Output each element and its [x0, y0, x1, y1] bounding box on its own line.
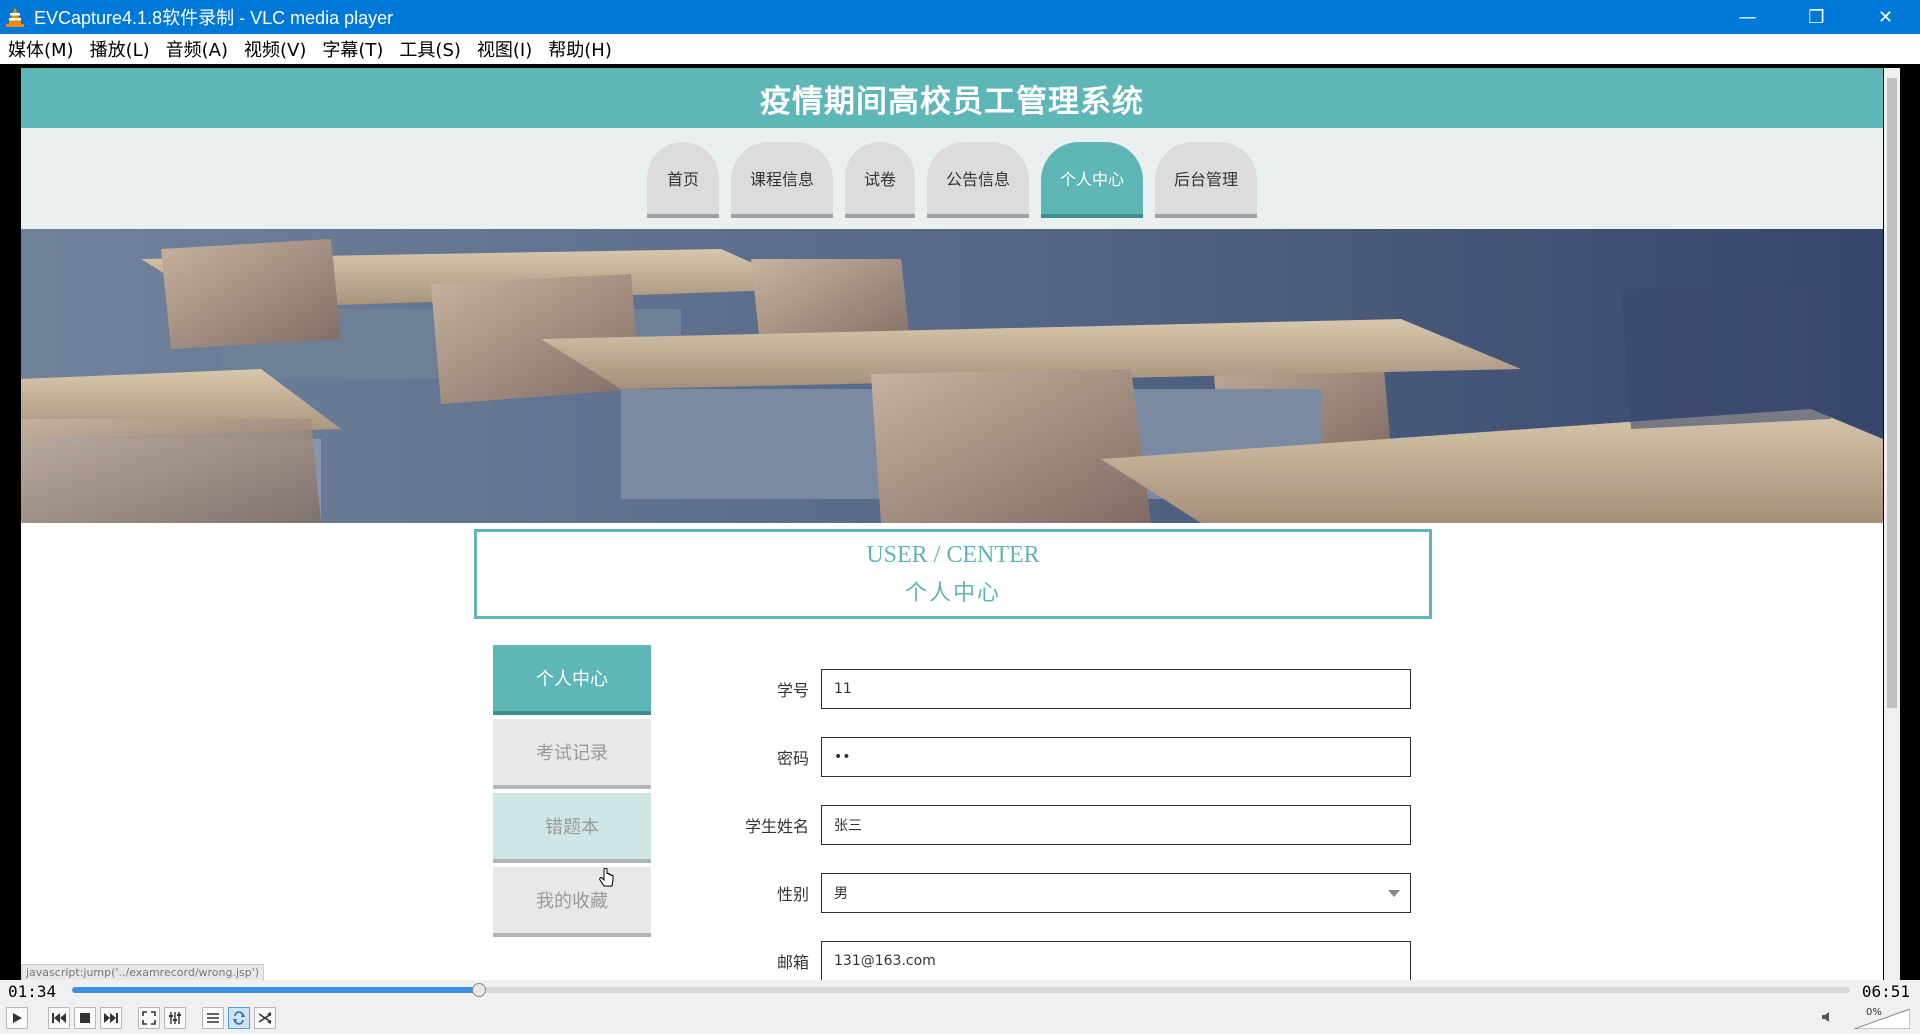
password-input[interactable]: ••: [821, 737, 1411, 777]
volume-percent: 0%: [1866, 1007, 1882, 1018]
nav-admin[interactable]: 后台管理: [1155, 142, 1257, 218]
classroom-banner-image: [21, 229, 1883, 523]
menu-view[interactable]: 视图(I): [469, 36, 540, 62]
student-name-label: 学生姓名: [744, 817, 809, 836]
extended-settings-button[interactable]: [164, 1007, 186, 1029]
nav-exams[interactable]: 试卷: [845, 142, 915, 218]
form-row-password: 密码 ••: [721, 737, 1411, 777]
speaker-icon[interactable]: [1822, 1011, 1834, 1027]
play-icon: [13, 1013, 22, 1023]
play-button[interactable]: [6, 1007, 28, 1029]
gender-value: 男: [834, 886, 848, 902]
menu-help[interactable]: 帮助(H): [540, 36, 620, 62]
email-input[interactable]: 131@163.com: [821, 941, 1411, 980]
equalizer-icon: [169, 1012, 181, 1024]
user-center-heading-box: USER / CENTER 个人中心: [474, 529, 1432, 619]
student-id-label: 学号: [776, 681, 809, 700]
vlc-cone-icon: [4, 6, 26, 28]
menu-playback[interactable]: 播放(L): [82, 36, 158, 62]
gender-select[interactable]: 男: [821, 873, 1411, 913]
menu-subtitle[interactable]: 字幕(T): [314, 36, 391, 62]
scrollbar-thumb[interactable]: [1887, 78, 1897, 708]
restore-button[interactable]: ❐: [1782, 0, 1851, 34]
playlist-icon: [207, 1013, 219, 1023]
loop-button[interactable]: [228, 1007, 250, 1029]
window-title: EVCapture4.1.8软件录制 - VLC media player: [34, 8, 394, 28]
volume-control[interactable]: 0%: [1822, 1007, 1912, 1031]
player-controls: 0%: [0, 1002, 1920, 1034]
next-icon: [104, 1013, 118, 1023]
volume-slider[interactable]: [1854, 1009, 1910, 1029]
menu-bar: 媒体(M) 播放(L) 音频(A) 视频(V) 字幕(T) 工具(S) 视图(I…: [0, 34, 1920, 64]
playlist-button[interactable]: [202, 1007, 224, 1029]
menu-media[interactable]: 媒体(M): [0, 36, 82, 62]
seek-progress-fill: [72, 987, 480, 993]
user-center-en-title: USER / CENTER: [866, 541, 1040, 568]
status-link-text: javascript:jump('../examrecord/wrong.jsp…: [21, 964, 265, 980]
email-label: 邮箱: [776, 953, 809, 972]
total-time: 06:51: [1861, 982, 1910, 1001]
shuffle-icon: [258, 1012, 272, 1024]
form-row-gender: 性别 男: [721, 873, 1411, 913]
student-name-input[interactable]: 张三: [821, 805, 1411, 845]
next-button[interactable]: [100, 1007, 122, 1029]
minimize-button[interactable]: —: [1713, 0, 1782, 34]
profile-form: 学号 11 密码 •• 学生姓名 张三 性别 男 邮箱 131@163.com: [721, 669, 1411, 980]
user-center-cn-title: 个人中心: [904, 580, 1001, 606]
previous-button[interactable]: [48, 1007, 70, 1029]
elapsed-time: 01:34: [8, 982, 57, 1001]
seek-bar: 01:34 06:51: [0, 980, 1920, 1002]
fullscreen-button[interactable]: [138, 1007, 160, 1029]
shuffle-button[interactable]: [254, 1007, 276, 1029]
stop-button[interactable]: [74, 1007, 96, 1029]
nav-user-center[interactable]: 个人中心: [1041, 142, 1143, 218]
form-row-student-id: 学号 11: [721, 669, 1411, 709]
menu-audio[interactable]: 音频(A): [158, 36, 236, 62]
sidebar-item-profile[interactable]: 个人中心: [493, 645, 651, 715]
stop-icon: [80, 1013, 90, 1023]
window-titlebar: EVCapture4.1.8软件录制 - VLC media player — …: [0, 0, 1920, 34]
main-nav: 首页 课程信息 试卷 公告信息 个人中心 后台管理: [647, 142, 1257, 218]
loop-icon: [233, 1011, 245, 1025]
menu-tools[interactable]: 工具(S): [391, 36, 468, 62]
gender-label: 性别: [776, 885, 809, 904]
form-row-name: 学生姓名 张三: [721, 805, 1411, 845]
nav-courses[interactable]: 课程信息: [731, 142, 833, 218]
sidebar-item-favorites[interactable]: 我的收藏: [493, 867, 651, 937]
site-title: 疫情期间高校员工管理系统: [760, 83, 1144, 120]
previous-icon: [52, 1013, 66, 1023]
menu-video[interactable]: 视频(V): [236, 36, 314, 62]
form-row-email: 邮箱 131@163.com: [721, 941, 1411, 980]
page-scrollbar[interactable]: [1884, 68, 1900, 980]
seek-knob[interactable]: [472, 983, 487, 997]
hand-cursor-icon: [599, 868, 614, 887]
fullscreen-icon: [142, 1011, 156, 1025]
close-button[interactable]: ✕: [1851, 0, 1920, 34]
chevron-down-icon: [1388, 890, 1400, 897]
student-id-input[interactable]: 11: [821, 669, 1411, 709]
video-area[interactable]: 疫情期间高校员工管理系统 首页 课程信息 试卷 公告信息 个人中心 后台管理 U…: [0, 64, 1920, 980]
sidebar-item-wrong-questions[interactable]: 错题本: [493, 793, 651, 863]
sidebar-item-exam-records[interactable]: 考试记录: [493, 719, 651, 789]
user-sidebar: 个人中心 考试记录 错题本 我的收藏: [493, 645, 651, 941]
nav-home[interactable]: 首页: [647, 142, 719, 218]
nav-notices[interactable]: 公告信息: [927, 142, 1029, 218]
seek-track[interactable]: [72, 983, 1850, 997]
password-label: 密码: [776, 749, 809, 768]
web-page: 疫情期间高校员工管理系统 首页 课程信息 试卷 公告信息 个人中心 后台管理 U…: [21, 68, 1883, 980]
site-header: 疫情期间高校员工管理系统: [21, 68, 1883, 128]
